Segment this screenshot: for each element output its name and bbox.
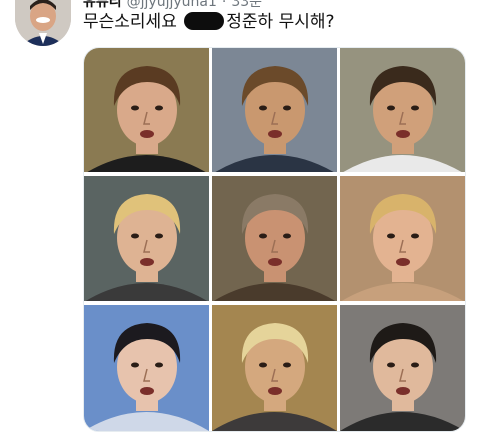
user-handle[interactable]: @jjyujjyuna1 bbox=[127, 0, 217, 10]
photo-tile-9[interactable] bbox=[340, 305, 465, 431]
photo-tile-2[interactable] bbox=[212, 48, 337, 172]
tweet-text-after: 정준하 무시해? bbox=[226, 12, 335, 32]
timestamp[interactable]: 33분 bbox=[231, 0, 262, 10]
photo-tile-4[interactable] bbox=[84, 176, 209, 301]
tweet-text: 무슨소리세요 정준하 무시해? bbox=[83, 10, 335, 34]
avatar[interactable] bbox=[15, 0, 71, 46]
avatar-image bbox=[15, 0, 71, 46]
photo-image bbox=[212, 305, 337, 431]
redaction-mark bbox=[184, 12, 225, 30]
photo-image bbox=[84, 48, 209, 172]
display-name[interactable]: 유뮤리 bbox=[83, 0, 122, 10]
photo-image bbox=[84, 305, 209, 431]
photo-image bbox=[212, 176, 337, 301]
photo-image bbox=[84, 176, 209, 301]
photo-tile-8[interactable] bbox=[212, 305, 337, 431]
tweet-header: 유뮤리 @jjyujjyuna1 · 33분 bbox=[83, 0, 262, 10]
separator-dot: · bbox=[221, 0, 227, 10]
tweet-text-before: 무슨소리세요 bbox=[83, 12, 177, 32]
media-grid bbox=[83, 47, 466, 432]
photo-tile-7[interactable] bbox=[84, 305, 209, 431]
photo-image bbox=[340, 176, 465, 301]
photo-tile-1[interactable] bbox=[84, 48, 209, 172]
photo-image bbox=[212, 48, 337, 172]
photo-tile-3[interactable] bbox=[340, 48, 465, 172]
photo-image bbox=[340, 48, 465, 172]
photo-tile-6[interactable] bbox=[340, 176, 465, 301]
photo-image bbox=[340, 305, 465, 431]
photo-tile-5[interactable] bbox=[212, 176, 337, 301]
